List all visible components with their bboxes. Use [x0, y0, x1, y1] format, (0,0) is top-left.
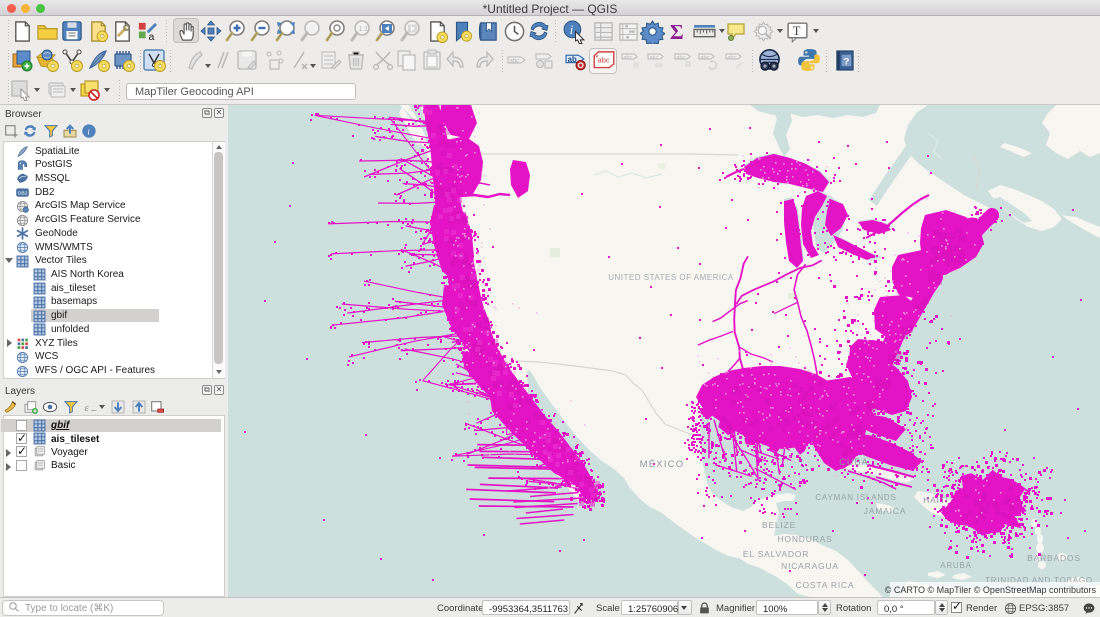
svg-text:ε: ε — [85, 403, 89, 414]
svg-text:NICARAGUA: NICARAGUA — [781, 561, 839, 571]
svg-text:T: T — [792, 24, 800, 38]
svg-text:BARBADOS: BARBADOS — [1027, 553, 1081, 563]
svg-text:© CARTO © MapTiler © OpenStree: © CARTO © MapTiler © OpenStreetMap contr… — [885, 585, 1097, 595]
svg-text:abc: abc — [650, 55, 659, 61]
svg-text:HONDURAS: HONDURAS — [777, 534, 832, 544]
svg-text:COSTA RICA: COSTA RICA — [796, 580, 855, 590]
svg-text:Σ: Σ — [669, 20, 683, 43]
svg-text:MÉXICO: MÉXICO — [640, 459, 685, 470]
svg-text:UNITED STATES OF AMERICA: UNITED STATES OF AMERICA — [608, 273, 734, 282]
svg-text:ab: ab — [567, 55, 576, 64]
svg-text:abc: abc — [510, 59, 520, 65]
svg-text:i: i — [569, 23, 573, 37]
svg-text:CUBA: CUBA — [839, 457, 868, 467]
svg-text:DB2: DB2 — [18, 191, 28, 197]
svg-text:abc: abc — [624, 55, 633, 61]
svg-text:1:1: 1:1 — [359, 26, 369, 33]
svg-text:abc: abc — [701, 55, 710, 61]
svg-text:abc: abc — [598, 56, 610, 65]
svg-text:a: a — [148, 31, 154, 43]
svg-text:abc: abc — [677, 55, 686, 61]
svg-text:ARUBA: ARUBA — [940, 561, 972, 570]
svg-text:?: ? — [843, 56, 849, 67]
svg-text:JAMAICA: JAMAICA — [864, 506, 906, 516]
svg-text:abc: abc — [728, 55, 737, 61]
svg-text:CAYMAN ISLANDS: CAYMAN ISLANDS — [815, 493, 896, 502]
svg-text:HAITI: HAITI — [923, 495, 949, 505]
svg-text:EL SALVADOR: EL SALVADOR — [743, 549, 809, 559]
svg-text:BELIZE: BELIZE — [762, 520, 796, 530]
